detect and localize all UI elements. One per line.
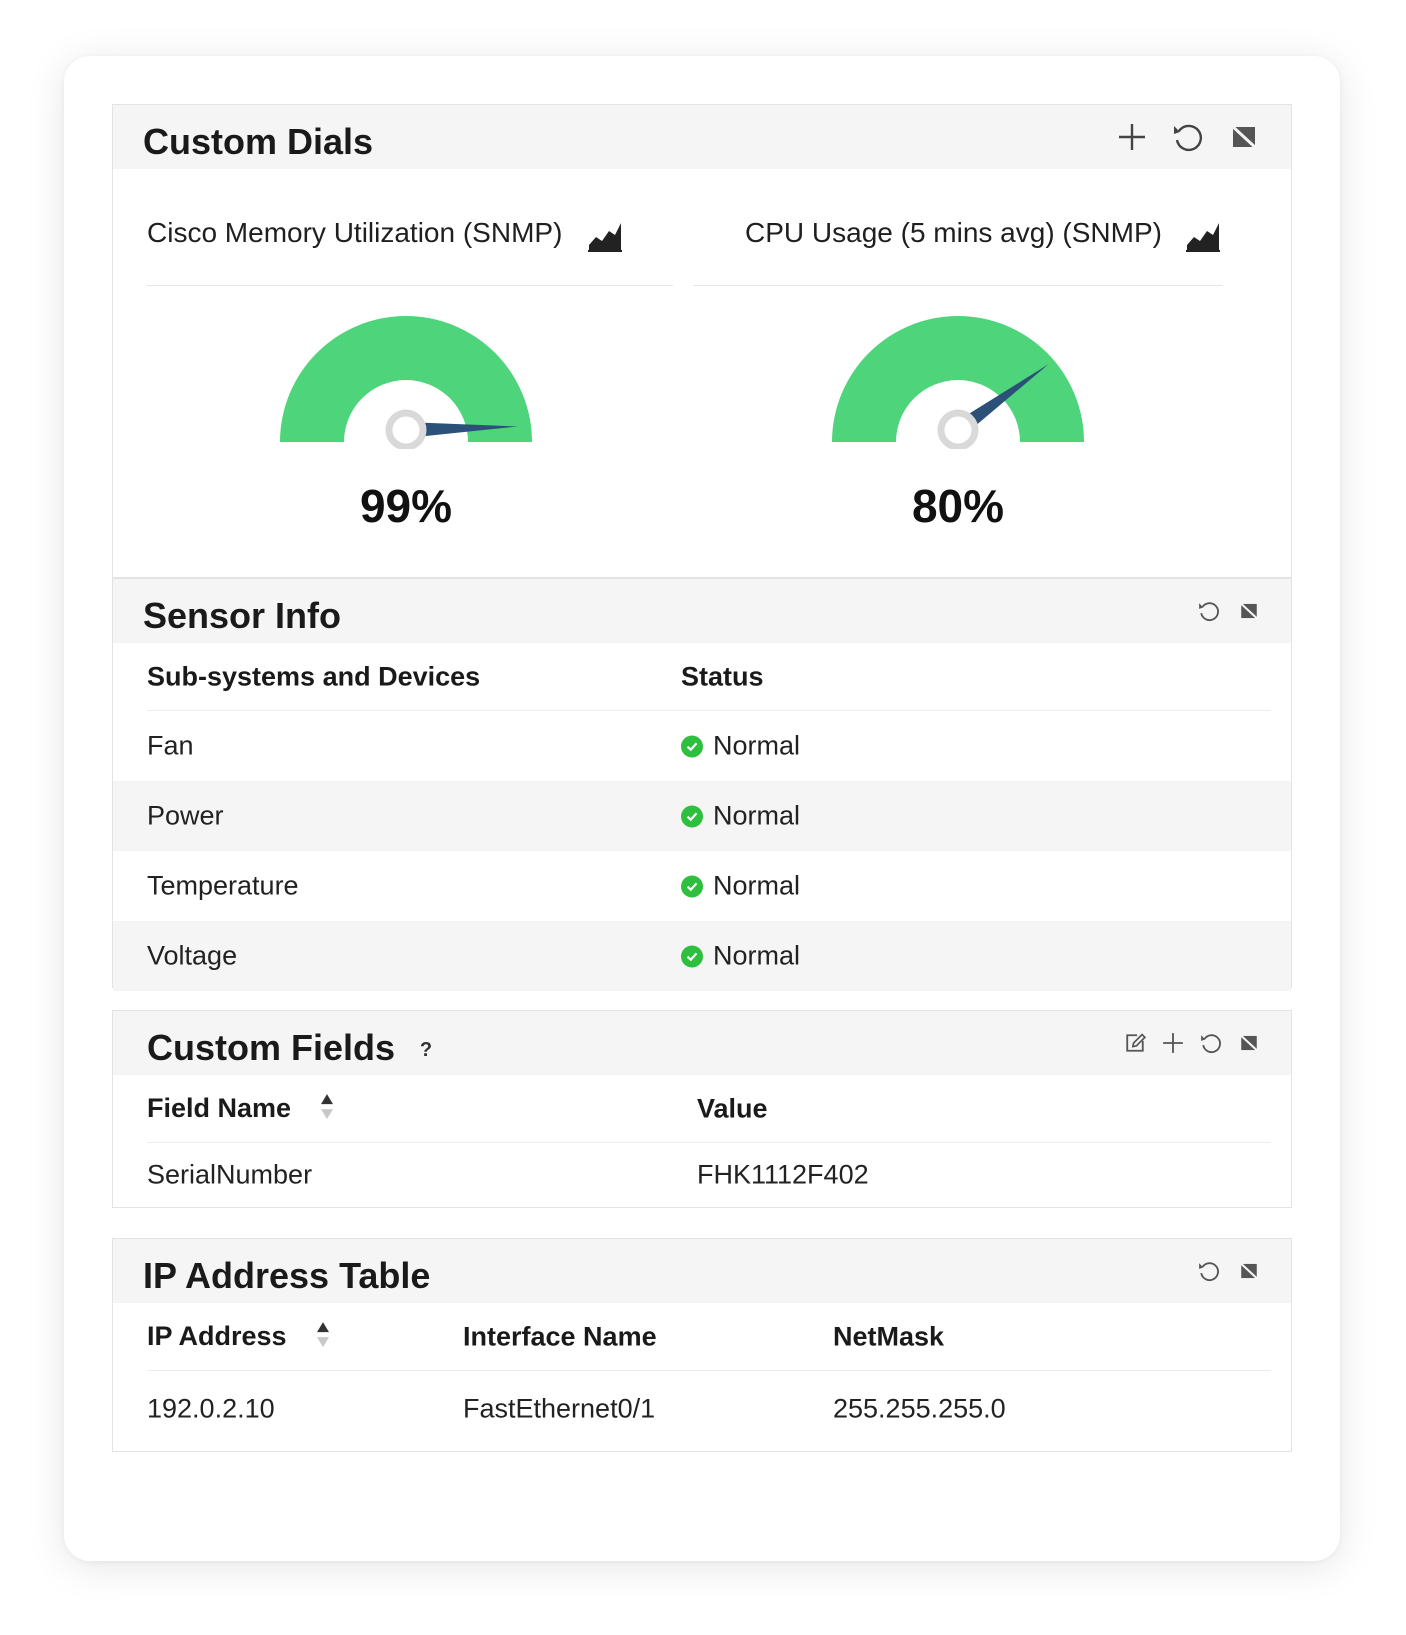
widget-title-text: Custom Fields <box>147 1027 396 1068</box>
column-header-label: Field Name <box>147 1092 292 1123</box>
device-name-cell: Temperature <box>147 870 299 901</box>
widget-header: IP Address Table <box>113 1239 1291 1303</box>
table-header: Sub-systems and Devices Status <box>147 643 1271 711</box>
widget-toolbar <box>1123 1011 1261 1075</box>
widget-toolbar <box>1197 579 1261 643</box>
status-text: Normal <box>713 800 801 831</box>
column-header: Status <box>681 661 764 691</box>
close-widget-icon[interactable] <box>1237 599 1261 623</box>
status-cell: Normal <box>681 801 800 832</box>
widget-title: Custom Dials <box>143 121 374 162</box>
check-circle-icon <box>681 735 703 757</box>
help-icon[interactable]: ? <box>413 1037 439 1063</box>
table-row: 192.0.2.10 FastEthernet0/1 255.255.255.0 <box>113 1371 1291 1447</box>
device-name-cell: Fan <box>147 730 194 761</box>
plus-icon[interactable] <box>1115 120 1149 154</box>
gauge-hub <box>937 409 979 449</box>
interface-name-cell: FastEthernet0/1 <box>463 1393 656 1424</box>
close-widget-icon[interactable] <box>1237 1259 1261 1283</box>
column-header-label: IP Address <box>147 1320 287 1351</box>
check-circle-icon <box>681 945 703 967</box>
column-header: Sub-systems and Devices <box>147 661 481 691</box>
status-text: Normal <box>713 730 801 761</box>
dial-memory: Cisco Memory Utilization (SNMP) 99% <box>113 169 673 579</box>
dial-value: 80% <box>911 480 1005 532</box>
widget-toolbar <box>1197 1239 1261 1303</box>
widget-title: IP Address Table <box>143 1255 431 1296</box>
sort-icon[interactable] <box>316 1322 331 1352</box>
status-cell: Normal <box>681 731 800 762</box>
column-header-ip-address[interactable]: IP Address <box>147 1321 331 1353</box>
refresh-icon[interactable] <box>1197 1259 1221 1283</box>
table-header: IP Address Interface Name NetMask <box>147 1303 1271 1371</box>
edit-icon[interactable] <box>1123 1031 1147 1055</box>
table-row: Temperature Normal <box>113 851 1291 921</box>
table-row: Fan Normal <box>113 711 1291 781</box>
dial-label: Cisco Memory Utilization (SNMP) <box>147 217 563 248</box>
area-chart-icon[interactable] <box>1185 221 1221 253</box>
device-name-cell: Voltage <box>147 940 238 971</box>
sort-icon[interactable] <box>321 1094 335 1124</box>
check-circle-icon <box>681 805 703 827</box>
field-name-cell: SerialNumber <box>147 1159 313 1190</box>
ip-address-cell: 192.0.2.10 <box>147 1393 275 1424</box>
check-circle-icon <box>681 875 703 897</box>
divider <box>693 285 1223 286</box>
field-value-cell: FHK1112F402 <box>697 1159 869 1190</box>
custom-fields-widget: Custom Fields? Field Name Value SerialNu… <box>112 1010 1292 1208</box>
close-widget-icon[interactable] <box>1237 1031 1261 1055</box>
widget-title: Custom Fields? <box>147 1027 439 1069</box>
table-row: Power Normal <box>113 781 1291 851</box>
table-header: Field Name Value <box>147 1075 1271 1143</box>
plus-icon[interactable] <box>1161 1031 1185 1055</box>
status-text: Normal <box>713 870 801 901</box>
widget-header: Custom Fields? <box>113 1011 1291 1075</box>
refresh-icon[interactable] <box>1199 1031 1223 1055</box>
table-row: Voltage Normal <box>113 921 1291 991</box>
close-widget-icon[interactable] <box>1227 120 1261 154</box>
refresh-icon[interactable] <box>1197 599 1221 623</box>
netmask-cell: 255.255.255.0 <box>833 1393 1006 1424</box>
widget-title: Sensor Info <box>143 595 342 636</box>
column-header: NetMask <box>833 1321 945 1351</box>
column-header: Interface Name <box>463 1321 657 1351</box>
area-chart-icon[interactable] <box>587 221 623 253</box>
status-cell: Normal <box>681 871 800 902</box>
ip-address-table-widget: IP Address Table IP Address Interface Na… <box>112 1238 1292 1452</box>
status-cell: Normal <box>681 941 800 972</box>
dial-cpu: CPU Usage (5 mins avg) (SNMP) 80% <box>673 169 1293 579</box>
dashboard-card: Custom Dials Cisco Memory Utilization (S… <box>64 56 1340 1561</box>
column-header-field-name[interactable]: Field Name <box>147 1093 335 1125</box>
divider <box>147 285 673 286</box>
device-name-cell: Power <box>147 800 224 831</box>
refresh-icon[interactable] <box>1171 120 1205 154</box>
gauge-memory <box>280 316 532 449</box>
table-row: SerialNumber FHK1112F402 <box>113 1143 1291 1207</box>
widget-toolbar <box>1115 105 1261 169</box>
column-header: Value <box>697 1093 768 1123</box>
status-text: Normal <box>713 940 801 971</box>
gauge-cpu <box>832 316 1084 449</box>
dial-value: 99% <box>359 480 453 532</box>
custom-dials-widget: Custom Dials Cisco Memory Utilization (S… <box>112 104 1292 578</box>
widget-header: Sensor Info <box>113 579 1291 643</box>
dial-label: CPU Usage (5 mins avg) (SNMP) <box>745 217 1162 248</box>
gauge-hub <box>385 409 427 449</box>
sensor-info-widget: Sensor Info Sub-systems and Devices Stat… <box>112 578 1292 991</box>
widget-header: Custom Dials <box>113 105 1291 169</box>
